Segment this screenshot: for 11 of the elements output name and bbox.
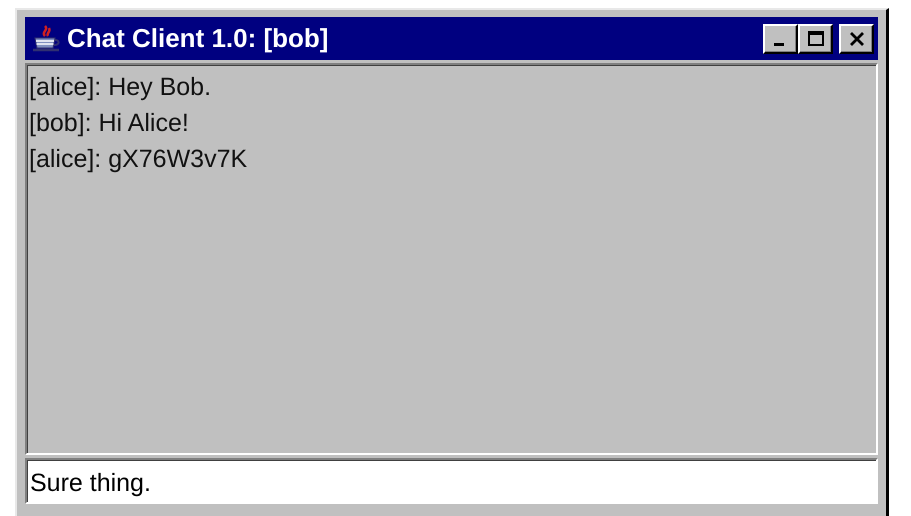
minimize-icon bbox=[774, 42, 784, 46]
chat-message: [alice]: Hey Bob. bbox=[29, 72, 212, 103]
chat-message: [alice]: gX76W3v7K bbox=[29, 144, 248, 175]
maximize-button[interactable] bbox=[798, 24, 833, 54]
minimize-button[interactable] bbox=[763, 24, 798, 54]
maximize-icon bbox=[806, 28, 826, 48]
message-input[interactable]: Sure thing. bbox=[25, 458, 878, 504]
close-button[interactable] bbox=[839, 24, 874, 54]
coffee-cup-icon bbox=[31, 24, 61, 54]
chat-message: [bob]: Hi Alice! bbox=[29, 108, 190, 139]
window-title: Chat Client 1.0: [bob] bbox=[67, 23, 328, 54]
